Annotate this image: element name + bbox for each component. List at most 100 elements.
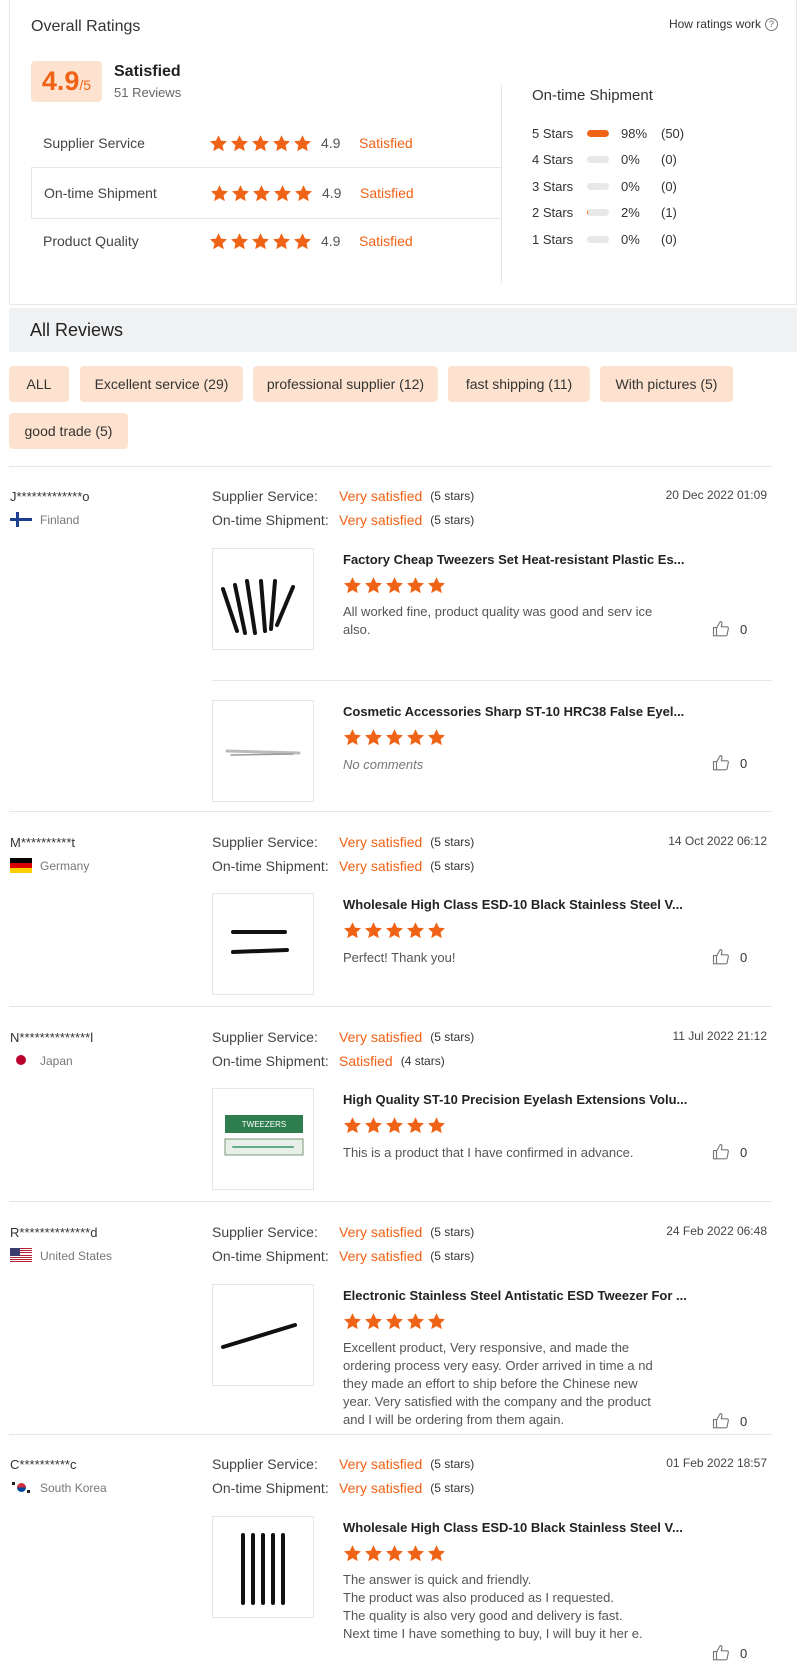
product-title[interactable]: Cosmetic Accessories Sharp ST-10 HRC38 F…: [343, 704, 688, 719]
filter-tag[interactable]: Excellent service (29): [80, 366, 243, 402]
thumbs-up-icon: [712, 1143, 729, 1160]
review-date: 14 Oct 2022 06:12: [668, 834, 767, 848]
divider: [9, 466, 772, 467]
shipment-count: (0): [661, 152, 677, 167]
product-thumbnail[interactable]: [212, 893, 314, 995]
thumbs-up-icon: [712, 1644, 729, 1661]
shipment-count: (0): [661, 231, 677, 247]
product-thumbnail[interactable]: [212, 700, 314, 802]
shipment-percent: 0%: [621, 152, 640, 167]
product-title[interactable]: Electronic Stainless Steel Antistatic ES…: [343, 1288, 688, 1303]
thumbs-up-icon: [712, 754, 729, 771]
supplier-service-value: Very satisfied: [339, 834, 423, 850]
rating-row: On-time Shipment 4.9 Satisfied: [31, 167, 501, 219]
star-icon: [386, 1545, 403, 1562]
filter-tag[interactable]: With pictures (5): [600, 366, 733, 402]
country-name: Germany: [40, 858, 90, 873]
filter-tag[interactable]: good trade (5): [9, 413, 128, 449]
helpful-button[interactable]: 0: [712, 1644, 747, 1662]
reviewer-country: Germany: [10, 858, 89, 873]
overall-score-denominator: /5: [79, 77, 92, 93]
supplier-service-value: Very satisfied: [339, 1029, 423, 1045]
filter-tag[interactable]: fast shipping (11): [448, 366, 590, 402]
korea-flag-icon: [10, 1480, 32, 1495]
overall-score: 4.9: [41, 66, 80, 96]
flag-part: [27, 1490, 30, 1493]
tweezer-shape: [245, 579, 257, 635]
rating-row: Product Quality 4.9 Satisfied: [31, 215, 501, 267]
product-stars: [343, 728, 446, 747]
shipment-value: Very satisfied: [339, 512, 423, 528]
product-thumbnail[interactable]: TWEEZERS: [212, 1088, 314, 1190]
star-icon: [365, 1313, 382, 1330]
flag-part: [10, 868, 32, 873]
star-icon: [407, 1313, 424, 1330]
reviewer-country: South Korea: [10, 1480, 107, 1495]
star-icon: [252, 232, 269, 249]
shipment-rating: On-time Shipment: Very satisfied (5 stars): [212, 858, 474, 874]
shipment-stars: (5 stars): [430, 1481, 475, 1495]
supplier-service-value: Very satisfied: [339, 1224, 423, 1240]
review-date: 01 Feb 2022 18:57: [666, 1456, 767, 1470]
filter-tag[interactable]: professional supplier (12): [253, 366, 438, 402]
helpful-button[interactable]: 0: [712, 754, 747, 772]
how-ratings-work-link[interactable]: How ratings work ?: [669, 17, 778, 31]
shipment-label: On-time Shipment:: [212, 512, 329, 528]
flag-part: [17, 1483, 26, 1492]
rating-label: Supplier Service: [43, 135, 145, 151]
usa-flag-icon: [10, 1248, 32, 1263]
shipment-rating: On-time Shipment: Very satisfied (5 stars): [212, 1480, 474, 1496]
supplier-service-stars: (5 stars): [430, 489, 475, 503]
reviewer-name: N**************l: [10, 1030, 94, 1045]
helpful-button[interactable]: 0: [712, 948, 747, 966]
helpful-button[interactable]: 0: [712, 1412, 747, 1430]
product-title[interactable]: Wholesale High Class ESD-10 Black Stainl…: [343, 1520, 688, 1535]
product-image: [241, 1533, 285, 1605]
tweezer-shape: [225, 749, 301, 755]
star-icon: [365, 729, 382, 746]
helpful-button[interactable]: 0: [712, 620, 747, 638]
filter-tag[interactable]: ALL: [9, 366, 69, 402]
star-icon: [407, 577, 424, 594]
supplier-service-value: Very satisfied: [339, 488, 423, 504]
product-title[interactable]: Factory Cheap Tweezers Set Heat-resistan…: [343, 552, 688, 567]
product-title[interactable]: Wholesale High Class ESD-10 Black Stainl…: [343, 897, 688, 912]
helpful-button[interactable]: 0: [712, 1143, 747, 1161]
shipment-star-label: 3 Stars: [532, 178, 574, 194]
product-title[interactable]: High Quality ST-10 Precision Eyelash Ext…: [343, 1092, 688, 1107]
product-image: [221, 579, 295, 635]
product-stars: [343, 921, 446, 940]
shipment-breakdown-title: On-time Shipment: [532, 87, 653, 104]
product-thumbnail[interactable]: [212, 1516, 314, 1618]
star-icon: [365, 922, 382, 939]
reviewer-name: C**********c: [10, 1457, 77, 1472]
product-thumbnail[interactable]: [212, 1284, 314, 1386]
shipment-star-row: 2 Stars 2% (1): [532, 203, 701, 223]
supplier-service-label: Supplier Service:: [212, 834, 318, 850]
review-date: 11 Jul 2022 21:12: [672, 1029, 767, 1043]
rating-label: On-time Shipment: [44, 185, 157, 201]
star-icon: [407, 922, 424, 939]
shipment-stars: (5 stars): [430, 1249, 475, 1263]
star-icon: [365, 1545, 382, 1562]
overall-ratings-title: Overall Ratings: [31, 18, 141, 35]
star-icon: [386, 922, 403, 939]
rating-text: Satisfied: [360, 185, 414, 201]
shipment-percent: 98%: [621, 125, 648, 141]
flag-part: [10, 1256, 32, 1258]
shipment-progress-bar: [587, 235, 609, 243]
flag-part: [10, 518, 32, 521]
shipment-count: (50): [661, 125, 685, 141]
helpful-count: 0: [740, 1413, 748, 1429]
thumbs-up-icon: [712, 620, 729, 637]
product-image: [221, 1323, 297, 1349]
reviewer-country: United States: [10, 1248, 112, 1263]
how-ratings-work-label: How ratings work: [668, 17, 761, 31]
shipment-value: Very satisfied: [339, 1480, 423, 1496]
shipment-star-row: 5 Stars 98% (50): [532, 123, 701, 143]
star-icon: [386, 729, 403, 746]
product-thumbnail[interactable]: [212, 548, 314, 650]
review-comment: This is a product that I have confirmed …: [343, 1145, 634, 1160]
shipment-star-label: 4 Stars: [532, 152, 574, 167]
product-stars: [343, 1116, 446, 1135]
